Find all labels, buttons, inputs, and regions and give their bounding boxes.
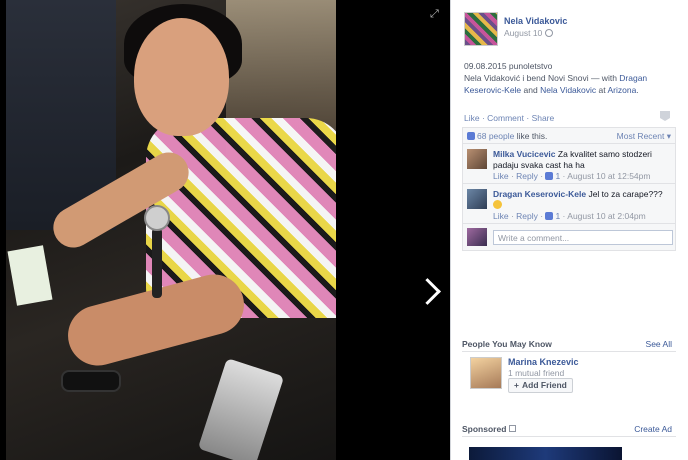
- write-comment-row: Write a comment...: [463, 224, 675, 250]
- thumbs-up-icon: [545, 172, 554, 180]
- pymk-title: People You May Know: [462, 339, 552, 349]
- chevron-right-icon[interactable]: [418, 278, 438, 308]
- smiley-emoji-icon: [493, 200, 502, 209]
- place-link[interactable]: Arizona: [608, 85, 637, 95]
- thumbs-up-icon: [545, 212, 554, 220]
- comment-item: Dragan Keserovic-Kele Jel to za carape??…: [463, 184, 675, 224]
- commenter-avatar[interactable]: [467, 149, 487, 169]
- comment-meta: Like · Reply · 1 · August 10 at 2:04pm: [493, 211, 646, 221]
- comment-text: Jel to za carape???: [586, 189, 663, 199]
- post-date[interactable]: August 10: [504, 28, 554, 38]
- post-actions: Like · Comment · Share: [464, 113, 554, 123]
- post-caption: 09.08.2015 punoletstvo Nela Vidaković i …: [464, 60, 682, 96]
- expand-icon[interactable]: ⤢: [430, 8, 442, 20]
- comment-like-link[interactable]: Like: [493, 211, 509, 221]
- suggested-friend-avatar[interactable]: [470, 357, 502, 389]
- mutual-friends[interactable]: 1 mutual friend: [508, 368, 564, 378]
- photo-paper: [7, 245, 53, 306]
- caption-prefix: Nela Vidaković i bend Novi Snovi — with: [464, 73, 620, 83]
- photo-microphone: [144, 205, 170, 231]
- sponsored-label: Sponsored: [462, 424, 507, 434]
- viewer-avatar: [467, 228, 487, 246]
- likes-suffix: like this.: [514, 131, 548, 141]
- photo-microphone-body: [152, 228, 162, 298]
- thumbs-up-icon: [467, 132, 475, 140]
- caption-line-2: Nela Vidaković i bend Novi Snovi — with …: [464, 72, 682, 96]
- comment-time[interactable]: August 10 at 12:54pm: [567, 171, 650, 181]
- comment-reply-link[interactable]: Reply: [516, 171, 538, 181]
- add-friend-icon: +: [514, 380, 519, 390]
- caption-at: at: [596, 85, 608, 95]
- divider: [462, 351, 676, 352]
- caption-period: .: [636, 85, 639, 95]
- comment-like-link[interactable]: Like: [493, 171, 509, 181]
- photo-viewer: ⤢: [0, 0, 450, 460]
- ad-image[interactable]: [469, 447, 622, 460]
- commenter-avatar[interactable]: [467, 189, 487, 209]
- author-avatar[interactable]: [464, 12, 498, 46]
- comment-link[interactable]: Comment: [487, 113, 524, 123]
- globe-icon: [545, 29, 554, 37]
- actions-sep-2: ·: [524, 113, 532, 123]
- comment-body: Milka Vucicevic Za kvalitet samo stodzer…: [493, 149, 673, 171]
- tag-link-2[interactable]: Nela Vidakovic: [540, 85, 596, 95]
- comment-reply-link[interactable]: Reply: [516, 211, 538, 221]
- add-friend-label: Add Friend: [522, 380, 567, 390]
- comments-box: 68 people like this. Most Recent ▾ Milka…: [462, 127, 676, 251]
- comment-time[interactable]: August 10 at 2:04pm: [567, 211, 645, 221]
- comment-like-count[interactable]: 1: [555, 171, 560, 181]
- sponsored-title: Sponsored: [462, 424, 517, 434]
- comment-meta: Like · Reply · 1 · August 10 at 12:54pm: [493, 171, 651, 181]
- caption-and: and: [521, 85, 541, 95]
- comment-item: Milka Vucicevic Za kvalitet samo stodzer…: [463, 144, 675, 184]
- like-link[interactable]: Like: [464, 113, 480, 123]
- commenter-name[interactable]: Milka Vucicevic: [493, 149, 556, 159]
- create-ad-link[interactable]: Create Ad: [634, 424, 672, 434]
- sort-dropdown[interactable]: Most Recent ▾: [617, 131, 671, 142]
- comment-input[interactable]: Write a comment...: [493, 230, 673, 245]
- likes-row: 68 people like this. Most Recent ▾: [463, 128, 675, 144]
- comment-like-count[interactable]: 1: [555, 211, 560, 221]
- divider: [462, 436, 676, 437]
- author-name[interactable]: Nela Vidakovic: [504, 16, 567, 26]
- suggested-friend-name[interactable]: Marina Knezevic: [508, 357, 579, 367]
- photo-face: [134, 18, 229, 136]
- photo[interactable]: [6, 0, 336, 460]
- likes-count[interactable]: 68 people: [477, 131, 514, 141]
- share-link[interactable]: Share: [532, 113, 555, 123]
- photo-shoe: [61, 370, 121, 392]
- post-date-text[interactable]: August 10: [504, 28, 542, 38]
- see-all-link[interactable]: See All: [646, 339, 672, 349]
- photo-guitar: [197, 358, 285, 460]
- sponsored-info-icon[interactable]: [509, 425, 517, 432]
- add-friend-button[interactable]: + Add Friend: [508, 378, 573, 393]
- comment-body: Dragan Keserovic-Kele Jel to za carape??…: [493, 189, 673, 211]
- commenter-name[interactable]: Dragan Keserovic-Kele: [493, 189, 586, 199]
- caption-line-1: 09.08.2015 punoletstvo: [464, 61, 553, 71]
